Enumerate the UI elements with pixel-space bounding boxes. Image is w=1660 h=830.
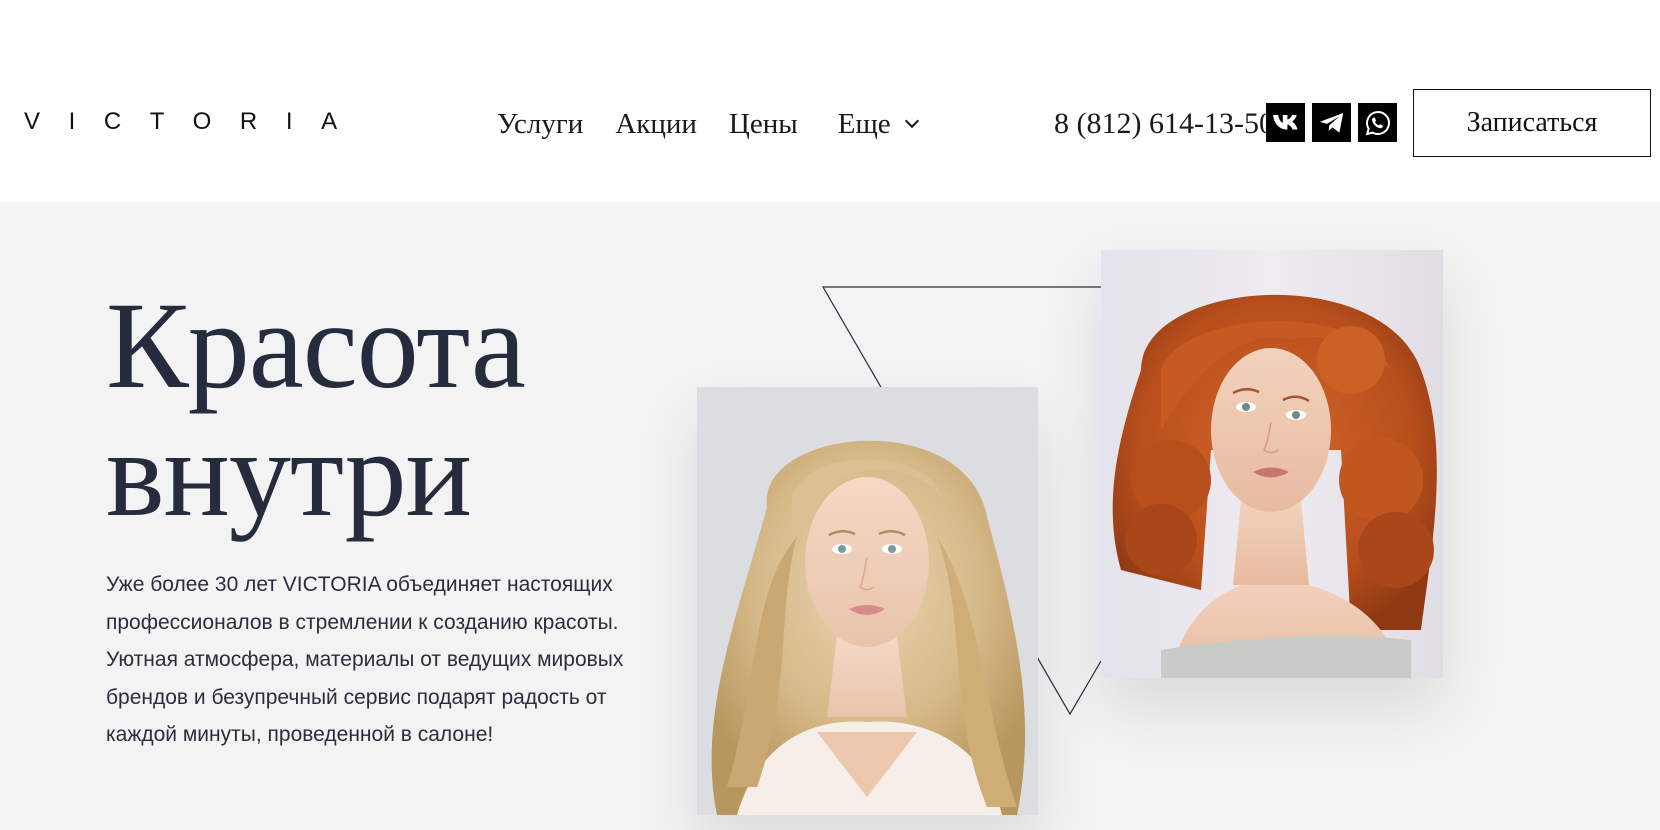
nav-item-services[interactable]: Услуги bbox=[497, 108, 583, 141]
redhead-portrait-illustration bbox=[1101, 250, 1443, 678]
blonde-woman-portrait bbox=[697, 387, 1038, 815]
nav-more-label: Еще bbox=[837, 107, 891, 140]
hero-section: Красота внутри Уже более 30 лет VICTORIA… bbox=[0, 202, 1660, 830]
logo[interactable]: VICTORIA bbox=[24, 104, 366, 140]
hero-title-line2: внутри bbox=[106, 405, 472, 542]
hero-title-line1: Красота bbox=[106, 277, 526, 414]
nav-item-promotions[interactable]: Акции bbox=[615, 108, 697, 141]
whatsapp-icon bbox=[1365, 110, 1390, 135]
vk-icon bbox=[1272, 114, 1297, 129]
chevron-down-icon bbox=[904, 113, 919, 129]
hero-paragraph-2: Уютная атмосфера, материалы от ведущих м… bbox=[106, 648, 624, 746]
telegram-icon bbox=[1319, 112, 1343, 133]
main-nav: Услуги Акции Цены Еще bbox=[497, 104, 919, 144]
hero-description: Уже более 30 лет VICTORIA объединяет нас… bbox=[106, 566, 646, 754]
blonde-portrait-illustration bbox=[697, 387, 1038, 815]
hero-title: Красота внутри bbox=[106, 277, 526, 542]
site-header: VICTORIA Услуги Акции Цены Еще 8 (812) 6… bbox=[0, 0, 1660, 202]
nav-item-more[interactable]: Еще bbox=[837, 107, 919, 141]
phone-number[interactable]: 8 (812) 614-13-50 bbox=[1054, 104, 1274, 144]
book-appointment-button[interactable]: Записаться bbox=[1413, 89, 1651, 157]
redhead-woman-portrait bbox=[1101, 250, 1443, 678]
vk-button[interactable] bbox=[1266, 103, 1305, 142]
whatsapp-button[interactable] bbox=[1358, 103, 1397, 142]
telegram-button[interactable] bbox=[1312, 103, 1351, 142]
hero-paragraph-1: Уже более 30 лет VICTORIA объединяет нас… bbox=[106, 573, 619, 634]
nav-item-prices[interactable]: Цены bbox=[729, 108, 798, 141]
